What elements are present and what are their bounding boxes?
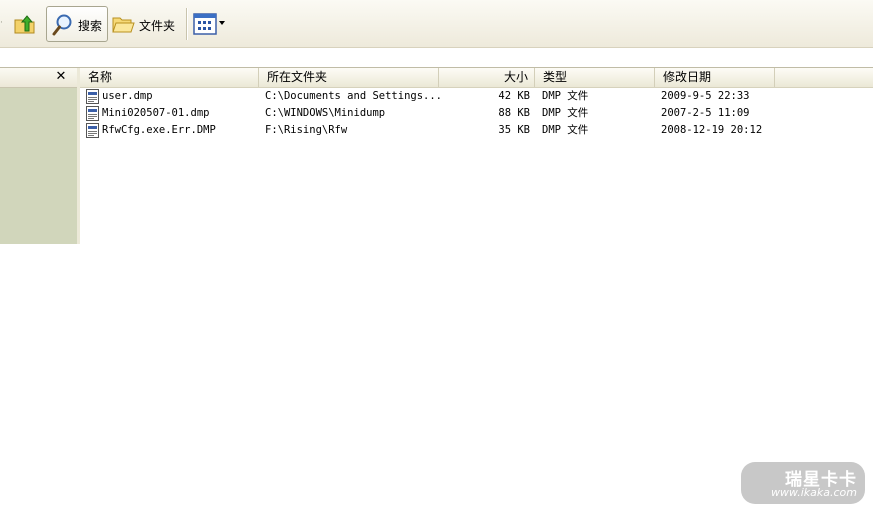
file-row[interactable]: Mini020507-01.dmp C:\WINDOWS\Minidump 88… — [80, 105, 873, 122]
file-row[interactable]: user.dmp C:\Documents and Settings... 42… — [80, 88, 873, 105]
file-modified: 2008-12-19 20:12 — [661, 124, 763, 136]
close-pane-button[interactable]: ✕ — [54, 69, 68, 85]
toolbar-left-separator: · — [0, 18, 3, 28]
left-pane — [0, 88, 77, 244]
dmp-file-icon — [86, 123, 99, 138]
file-size: 35 KB — [498, 124, 530, 136]
file-modified: 2009-9-5 22:33 — [661, 90, 750, 102]
column-header: 名称 所在文件夹 大小 类型 修改日期 — [80, 68, 873, 88]
file-type: DMP 文件 — [542, 107, 589, 119]
watermark-logo: 瑞星卡卡 www.ikaka.com — [741, 462, 865, 504]
file-path: C:\WINDOWS\Minidump — [265, 107, 386, 119]
column-name[interactable]: 名称 — [80, 68, 259, 87]
folders-icon — [112, 17, 135, 33]
views-icon — [193, 13, 217, 35]
left-pane-header: ✕ — [0, 68, 77, 88]
up-folder-button[interactable] — [13, 12, 37, 36]
address-band — [0, 48, 873, 68]
search-button-label: 搜索 — [78, 19, 103, 33]
file-name: RfwCfg.exe.Err.DMP — [102, 124, 216, 136]
search-icon — [52, 14, 72, 36]
file-path: F:\Rising\Rfw — [265, 124, 348, 136]
chevron-down-icon[interactable] — [219, 21, 225, 25]
explorer-window: · 搜索 文件夹 ✕ 名称 所在文件夹 大小 类型 修改日期 user.dmp … — [0, 0, 873, 512]
folders-button[interactable]: 文件夹 — [111, 12, 183, 36]
file-row[interactable]: RfwCfg.exe.Err.DMP F:\Rising\Rfw 35 KB D… — [80, 122, 873, 139]
file-path: C:\Documents and Settings... — [265, 90, 443, 102]
column-in-folder[interactable]: 所在文件夹 — [259, 68, 439, 87]
file-type: DMP 文件 — [542, 90, 589, 102]
file-name: user.dmp — [102, 90, 153, 102]
toolbar: · 搜索 文件夹 — [0, 0, 873, 48]
dmp-file-icon — [86, 106, 99, 121]
file-name: Mini020507-01.dmp — [102, 107, 210, 119]
file-size: 42 KB — [498, 90, 530, 102]
toolbar-divider — [186, 8, 188, 40]
search-button[interactable]: 搜索 — [46, 6, 108, 42]
file-modified: 2007-2-5 11:09 — [661, 107, 750, 119]
file-size: 88 KB — [498, 107, 530, 119]
column-size[interactable]: 大小 — [439, 68, 535, 87]
up-folder-icon — [14, 15, 35, 34]
file-list: user.dmp C:\Documents and Settings... 42… — [80, 88, 873, 139]
column-modified[interactable]: 修改日期 — [655, 68, 775, 87]
watermark-url: www.ikaka.com — [770, 486, 857, 499]
views-button[interactable] — [193, 13, 227, 35]
column-type[interactable]: 类型 — [535, 68, 655, 87]
file-type: DMP 文件 — [542, 124, 589, 136]
dmp-file-icon — [86, 89, 99, 104]
folders-button-label: 文件夹 — [139, 19, 176, 33]
